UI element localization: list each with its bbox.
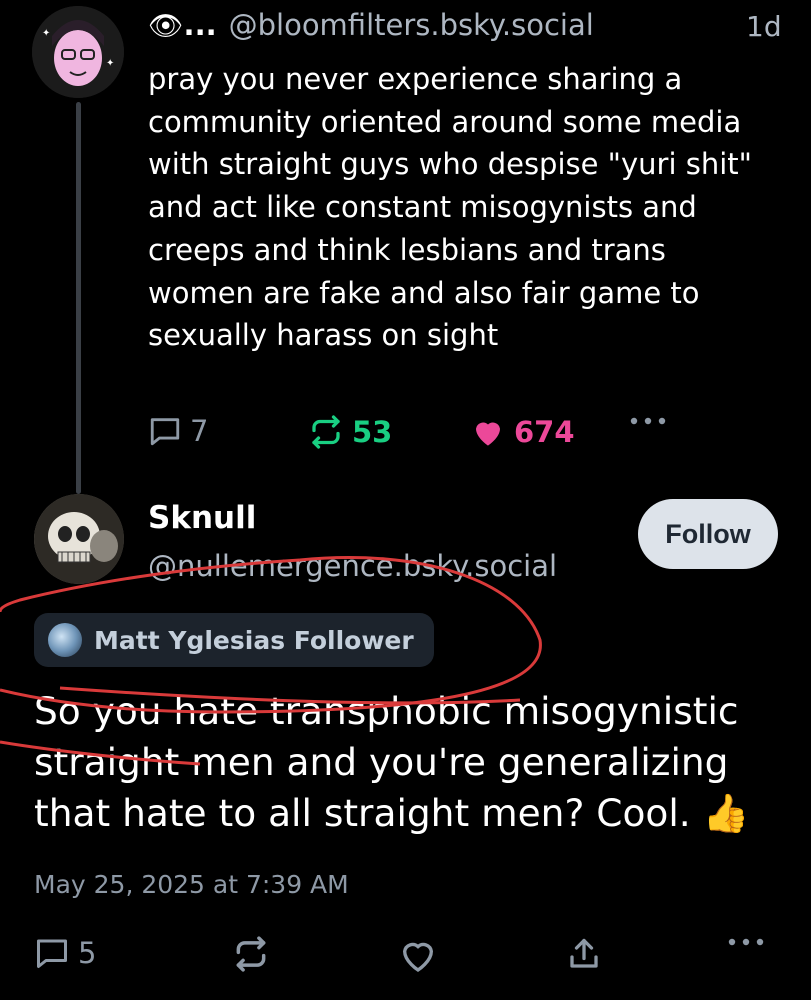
reply-count: 5 <box>78 936 97 970</box>
heart-filled-icon <box>476 422 500 446</box>
svg-text:✦: ✦ <box>42 28 50 39</box>
reply-button[interactable]: 5 <box>34 935 96 971</box>
parent-post-time[interactable]: 1d <box>746 10 782 43</box>
like-button[interactable] <box>398 935 446 975</box>
parent-like-button[interactable]: 674 <box>470 414 575 450</box>
author-display-name[interactable]: Sknull <box>148 500 256 536</box>
profile-badge[interactable]: Matt Yglesias Follower <box>34 613 434 667</box>
ellipsis-icon <box>728 938 764 946</box>
eye-emoji-icon: 👁 <box>148 9 184 42</box>
parent-reply-button[interactable]: 7 <box>148 414 208 448</box>
badge-avatar-icon <box>48 623 82 657</box>
parent-like-count: 674 <box>514 415 575 449</box>
parent-author-avatar[interactable]: ✦ ✦ <box>32 6 124 98</box>
repost-button[interactable] <box>232 935 278 973</box>
share-icon <box>570 938 598 968</box>
parent-repost-button[interactable]: 53 <box>308 414 392 450</box>
post-text: So you hate transphobic misogynistic str… <box>34 689 750 835</box>
reply-icon <box>37 939 67 968</box>
author-handle[interactable]: @nullemergence.bsky.social <box>148 549 557 583</box>
repost-icon <box>236 936 266 972</box>
follow-button[interactable]: Follow <box>638 499 778 569</box>
parent-repost-count: 53 <box>352 415 393 449</box>
ellipsis-icon <box>630 417 666 425</box>
post-timestamp: May 25, 2025 at 7:39 AM <box>34 870 349 899</box>
thread-line <box>76 102 81 494</box>
parent-author-handle[interactable]: @bloomfilters.bsky.social <box>229 8 594 42</box>
more-button[interactable] <box>726 935 774 949</box>
parent-author-header[interactable]: 👁... @bloomfilters.bsky.social <box>148 8 594 42</box>
parent-post-text: pray you never experience sharing a comm… <box>148 62 753 353</box>
heart-outline-icon <box>402 942 434 972</box>
parent-reply-count: 7 <box>190 414 209 448</box>
repost-icon <box>312 415 340 449</box>
display-name-truncation: ... <box>183 8 217 42</box>
svg-text:✦: ✦ <box>106 58 114 69</box>
parent-more-button[interactable] <box>628 414 676 428</box>
author-avatar[interactable] <box>34 494 124 584</box>
badge-label: Matt Yglesias Follower <box>94 625 414 655</box>
reply-icon <box>150 418 180 446</box>
share-button[interactable] <box>566 935 610 973</box>
